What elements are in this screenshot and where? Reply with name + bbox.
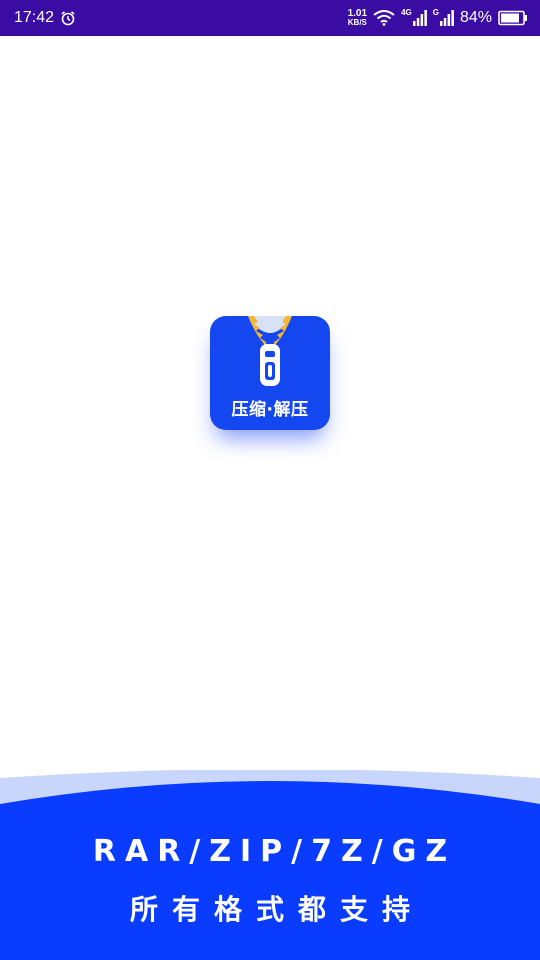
network-speed-unit: KB/S	[347, 18, 367, 27]
status-right: 1.01 KB/S 4G G 84%	[347, 8, 528, 28]
signal-4g: 4G	[401, 8, 427, 26]
status-left: 17:42	[14, 9, 76, 27]
status-bar: 17:42 1.01 KB/S 4G G 84%	[0, 0, 540, 36]
signal-bars-icon	[412, 10, 427, 26]
tagline: 所有格式都支持	[129, 893, 424, 926]
signal-g-tag: G	[432, 8, 439, 17]
battery-percent: 84%	[459, 9, 492, 26]
signal-4g-tag: 4G	[401, 8, 412, 17]
signal-bars-icon	[439, 10, 454, 26]
wifi-icon	[373, 10, 395, 26]
network-speed: 1.01 KB/S	[347, 8, 368, 28]
battery-icon	[498, 10, 528, 26]
supported-formats: RAR/ZIP/7Z/GZ	[92, 834, 457, 869]
signal-g: G	[432, 8, 454, 26]
network-speed-value: 1.01	[347, 8, 368, 19]
status-time: 17:42	[14, 9, 55, 26]
alarm-clock-icon	[60, 10, 76, 26]
app-logo: 压缩·解压	[210, 316, 330, 430]
app-logo-label: 压缩·解压	[231, 400, 309, 420]
